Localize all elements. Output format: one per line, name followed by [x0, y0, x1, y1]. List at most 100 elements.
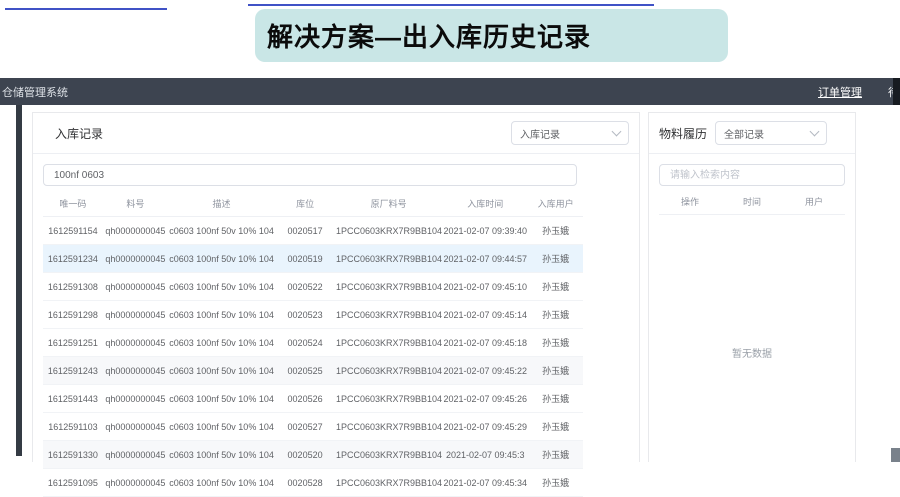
history-filter-select[interactable]: 全部记录	[715, 121, 827, 145]
table-cell: 2021-02-07 09:45:29	[442, 413, 528, 441]
table-row[interactable]: 1612591308qh0000000045c0603 100nf 50v 10…	[43, 273, 583, 301]
table-cell: 2021-02-07 09:45:10	[442, 273, 528, 301]
table-cell: 2021-02-07 09:45:18	[442, 329, 528, 357]
table-cell: 孙玉娥	[528, 329, 583, 357]
table-row[interactable]: 1612591330qh0000000045c0603 100nf 50v 10…	[43, 441, 583, 469]
table-cell: qh0000000045	[103, 469, 168, 497]
table-cell: c0603 100nf 50v 10% 104	[168, 329, 275, 357]
chevron-down-icon	[810, 127, 820, 137]
table-cell: 0020522	[275, 273, 335, 301]
table-row[interactable]: 1612591234qh0000000045c0603 100nf 50v 10…	[43, 245, 583, 273]
table-cell: 2021-02-07 09:45:26	[442, 385, 528, 413]
history-panel-body: 操作时间用户 暂无数据	[649, 164, 855, 360]
history-panel-title: 物料履历	[659, 125, 707, 142]
table-cell: 0020525	[275, 357, 335, 385]
column-header: 描述	[168, 190, 275, 217]
table-cell: qh0000000045	[103, 245, 168, 273]
table-row[interactable]: 1612591443qh0000000045c0603 100nf 50v 10…	[43, 385, 583, 413]
column-header: 操作	[659, 188, 721, 215]
history-table-head: 操作时间用户	[659, 188, 845, 215]
table-cell: qh0000000045	[103, 329, 168, 357]
table-header-row: 操作时间用户	[659, 188, 845, 215]
table-cell: 2021-02-07 09:45:34	[442, 469, 528, 497]
inbound-panel-body: 唯一码料号描述库位原厂料号入库时间入库用户 1612591154qh000000…	[33, 164, 639, 497]
table-cell: c0603 100nf 50v 10% 104	[168, 217, 275, 245]
table-cell: 1PCC0603KRX7R9BB104	[335, 441, 442, 469]
brand-title: 仓储管理系统	[2, 84, 68, 100]
table-cell: 2021-02-07 09:39:40	[442, 217, 528, 245]
table-cell: 0020520	[275, 441, 335, 469]
table-cell: 0020517	[275, 217, 335, 245]
table-cell: 孙玉娥	[528, 385, 583, 413]
inbound-table-head: 唯一码料号描述库位原厂料号入库时间入库用户	[43, 190, 583, 217]
inbound-panel-header: 入库记录 入库记录	[33, 113, 639, 154]
table-cell: c0603 100nf 50v 10% 104	[168, 357, 275, 385]
table-row[interactable]: 1612591103qh0000000045c0603 100nf 50v 10…	[43, 413, 583, 441]
record-type-select[interactable]: 入库记录	[511, 121, 629, 145]
table-cell: 0020528	[275, 469, 335, 497]
table-cell: qh0000000045	[103, 441, 168, 469]
left-edge-strip	[16, 105, 22, 456]
table-cell: 孙玉娥	[528, 413, 583, 441]
table-cell: 1612591298	[43, 301, 103, 329]
table-row[interactable]: 1612591095qh0000000045c0603 100nf 50v 10…	[43, 469, 583, 497]
table-cell: 0020526	[275, 385, 335, 413]
table-cell: 1612591251	[43, 329, 103, 357]
column-header: 唯一码	[43, 190, 103, 217]
table-cell: 1PCC0603KRX7R9BB104	[335, 273, 442, 301]
table-row[interactable]: 1612591251qh0000000045c0603 100nf 50v 10…	[43, 329, 583, 357]
column-header: 入库用户	[528, 190, 583, 217]
inbound-search-input[interactable]	[43, 164, 577, 186]
table-cell: 0020523	[275, 301, 335, 329]
column-header: 用户	[783, 188, 845, 215]
table-cell: 1612591243	[43, 357, 103, 385]
history-search-input[interactable]	[659, 164, 845, 186]
table-cell: qh0000000045	[103, 217, 168, 245]
table-cell: 1PCC0603KRX7R9BB104	[335, 301, 442, 329]
header-right-edge	[893, 78, 900, 105]
table-cell: 孙玉娥	[528, 441, 583, 469]
table-cell: 1612591234	[43, 245, 103, 273]
inbound-records-panel: 入库记录 入库记录 唯一码料号描述库位原厂料号入库时间入库用户 16125911…	[32, 112, 640, 462]
table-cell: 0020524	[275, 329, 335, 357]
table-row[interactable]: 1612591298qh0000000045c0603 100nf 50v 10…	[43, 301, 583, 329]
table-cell: 2021-02-07 09:44:57	[442, 245, 528, 273]
nav-order-management[interactable]: 订单管理	[818, 84, 862, 100]
table-cell: 0020527	[275, 413, 335, 441]
history-filter-select-value: 全部记录	[724, 126, 764, 141]
table-cell: 1612591308	[43, 273, 103, 301]
table-cell: qh0000000045	[103, 385, 168, 413]
table-cell: 孙玉娥	[528, 217, 583, 245]
table-row[interactable]: 1612591243qh0000000045c0603 100nf 50v 10…	[43, 357, 583, 385]
column-header: 库位	[275, 190, 335, 217]
inbound-panel-title: 入库记录	[55, 125, 103, 142]
table-cell: c0603 100nf 50v 10% 104	[168, 245, 275, 273]
table-cell: 1612591443	[43, 385, 103, 413]
empty-state-text: 暂无数据	[659, 345, 845, 360]
column-header: 时间	[721, 188, 783, 215]
table-cell: c0603 100nf 50v 10% 104	[168, 469, 275, 497]
column-header: 原厂料号	[335, 190, 442, 217]
column-header: 入库时间	[442, 190, 528, 217]
table-cell: 孙玉娥	[528, 301, 583, 329]
slide-title-banner: 解决方案—出入库历史记录	[255, 9, 728, 62]
table-cell: 2021-02-07 09:45:22	[442, 357, 528, 385]
table-cell: 孙玉娥	[528, 469, 583, 497]
table-cell: 孙玉娥	[528, 357, 583, 385]
page-title: 解决方案—出入库历史记录	[267, 17, 591, 54]
table-cell: c0603 100nf 50v 10% 104	[168, 413, 275, 441]
table-cell: 2021-02-07 09:45:3	[442, 441, 528, 469]
table-cell: qh0000000045	[103, 357, 168, 385]
app-window: 仓储管理系统 订单管理 待 入库记录 入库记录 唯一码料号描述库位原厂料号入库时…	[0, 78, 900, 462]
table-row[interactable]: 1612591154qh0000000045c0603 100nf 50v 10…	[43, 217, 583, 245]
decorative-line-left	[5, 8, 167, 10]
history-panel-header: 物料履历 全部记录	[649, 113, 855, 154]
table-cell: 1PCC0603KRX7R9BB104	[335, 217, 442, 245]
table-cell: 孙玉娥	[528, 245, 583, 273]
table-cell: qh0000000045	[103, 413, 168, 441]
table-cell: c0603 100nf 50v 10% 104	[168, 301, 275, 329]
app-body: 入库记录 入库记录 唯一码料号描述库位原厂料号入库时间入库用户 16125911…	[0, 105, 900, 462]
history-table: 操作时间用户	[659, 188, 845, 215]
app-header: 仓储管理系统 订单管理 待	[0, 78, 900, 105]
column-header: 料号	[103, 190, 168, 217]
